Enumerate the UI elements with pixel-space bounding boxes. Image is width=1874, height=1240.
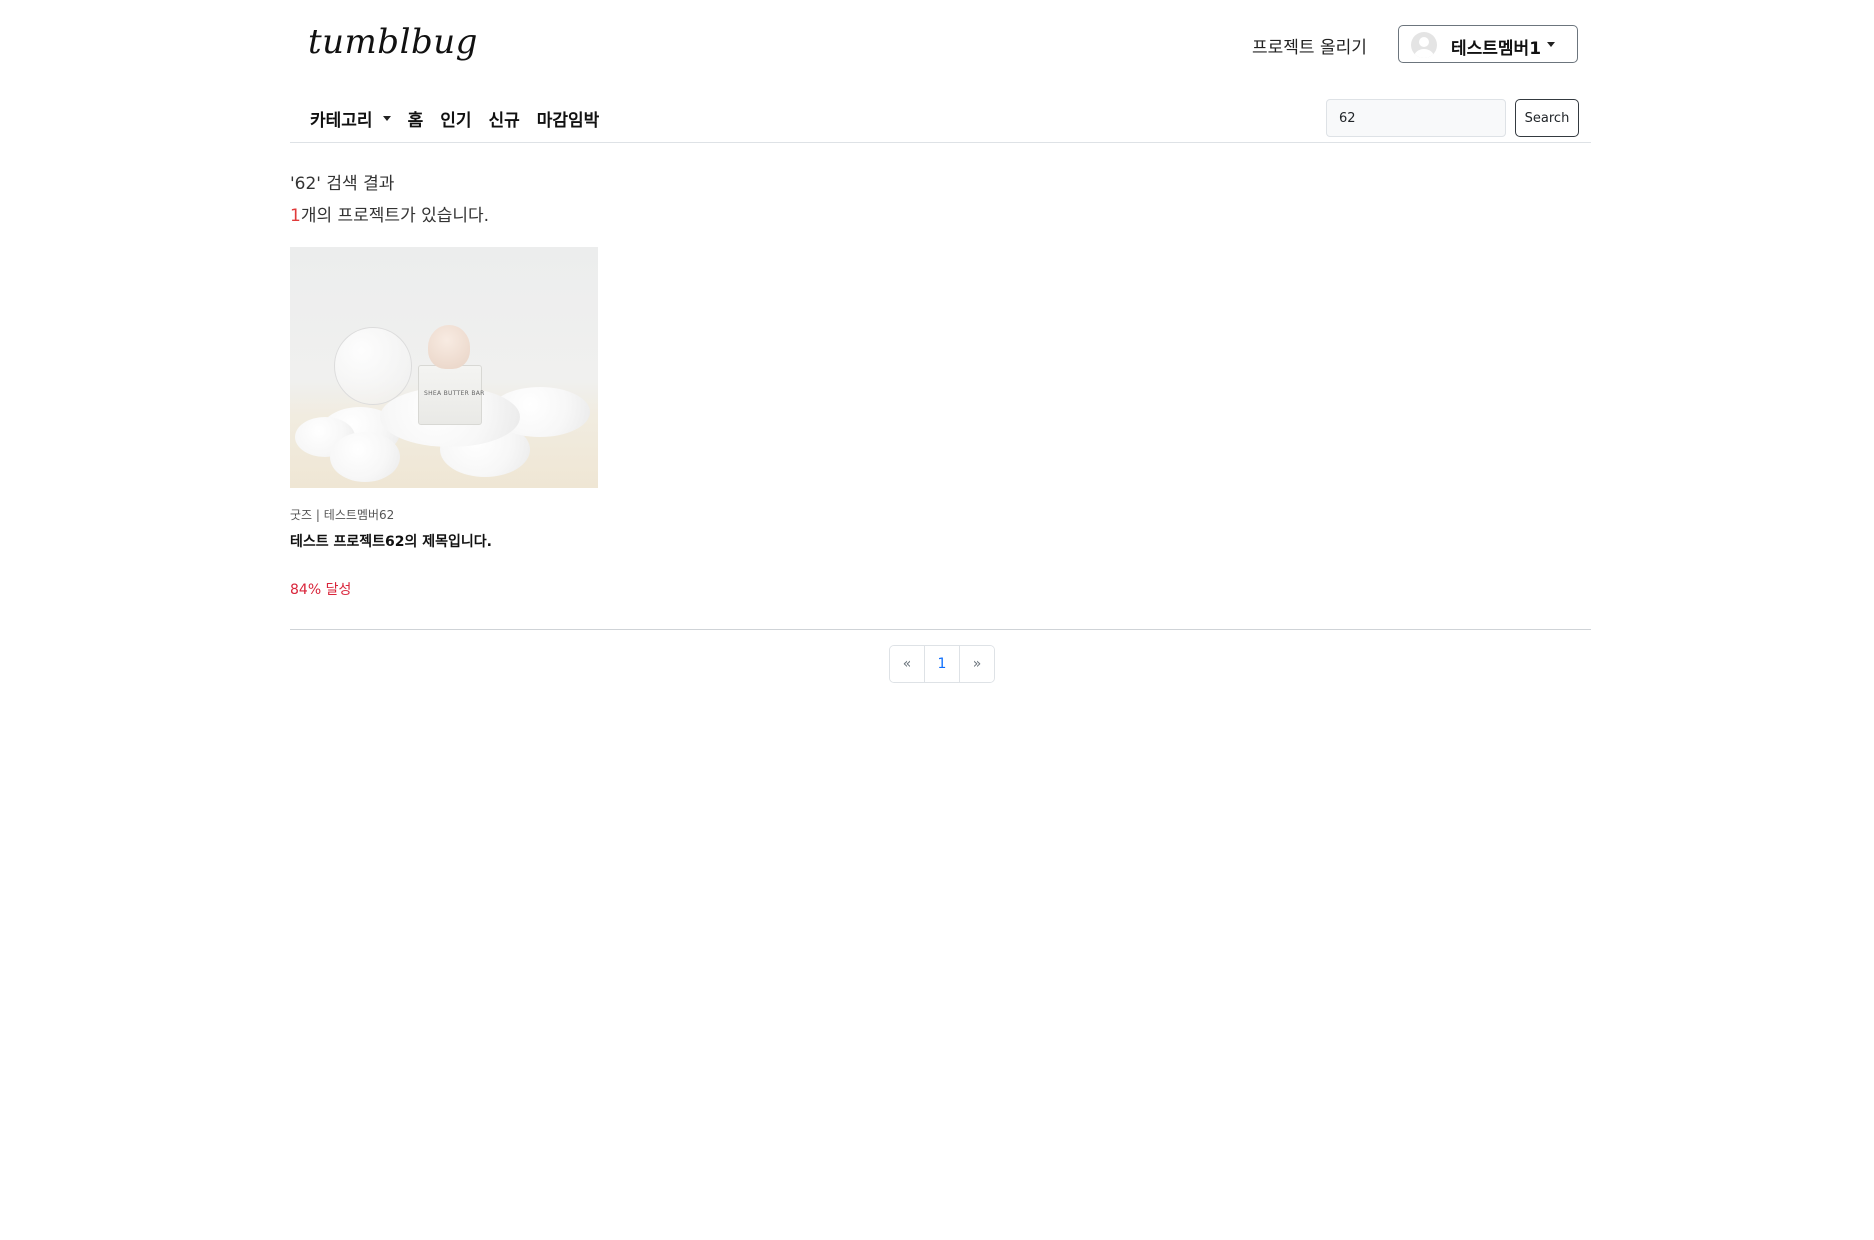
nav-item-closing-soon[interactable]: 마감임박 bbox=[537, 106, 600, 131]
logo[interactable]: tumblbug bbox=[308, 22, 478, 62]
bottle-label: SHEA BUTTER BAR bbox=[424, 390, 485, 397]
user-menu-button[interactable]: 테스트멤버1 bbox=[1398, 25, 1578, 63]
page-container: tumblbug 프로젝트 올리기 테스트멤버1 카테고리 홈 인기 신규 마감… bbox=[290, 0, 1591, 1240]
user-name: 테스트멤버1 bbox=[1451, 39, 1542, 59]
search-input[interactable] bbox=[1326, 99, 1506, 137]
pagination: « 1 » bbox=[889, 645, 995, 683]
results-divider bbox=[290, 629, 1591, 630]
project-title[interactable]: 테스트 프로젝트62의 제목입니다. bbox=[290, 531, 598, 551]
upload-project-link[interactable]: 프로젝트 올리기 bbox=[1252, 33, 1367, 58]
nav-category-dropdown[interactable]: 카테고리 bbox=[310, 106, 391, 131]
nav-category-label: 카테고리 bbox=[310, 111, 373, 131]
result-count-text: 개의 프로젝트가 있습니다. bbox=[300, 206, 490, 226]
project-achievement: 84% 달성 bbox=[290, 582, 352, 598]
project-card[interactable]: SHEA BUTTER BAR 굿즈 | 테스트멤버62 테스트 프로젝트62의… bbox=[290, 247, 598, 599]
pagination-prev[interactable]: « bbox=[890, 646, 924, 682]
project-creator[interactable]: 테스트멤버62 bbox=[324, 508, 394, 522]
project-category[interactable]: 굿즈 bbox=[290, 508, 312, 522]
chevron-down-icon bbox=[1547, 42, 1555, 47]
nav-item-home[interactable]: 홈 bbox=[408, 106, 424, 131]
header-divider bbox=[290, 142, 1591, 143]
pagination-next[interactable]: » bbox=[959, 646, 994, 682]
bottle-cap bbox=[428, 325, 470, 369]
perfume-bottle: SHEA BUTTER BAR bbox=[418, 365, 485, 425]
nav-item-popular[interactable]: 인기 bbox=[440, 106, 471, 131]
chevron-down-icon bbox=[382, 116, 391, 121]
nav-item-new[interactable]: 신규 bbox=[488, 106, 519, 131]
project-thumbnail[interactable]: SHEA BUTTER BAR bbox=[290, 247, 598, 488]
meta-separator: | bbox=[315, 508, 320, 522]
foam-shape bbox=[330, 432, 400, 482]
project-meta: 굿즈 | 테스트멤버62 bbox=[290, 506, 598, 523]
avatar bbox=[1411, 32, 1437, 58]
result-count-number: 1 bbox=[290, 206, 301, 226]
main-nav: 카테고리 홈 인기 신규 마감임박 bbox=[310, 106, 616, 131]
bubble-shape bbox=[334, 327, 412, 405]
search-result-count: 1개의 프로젝트가 있습니다. bbox=[290, 201, 489, 226]
search-button[interactable]: Search bbox=[1515, 99, 1579, 137]
search-result-heading: '62' 검색 결과 bbox=[290, 174, 395, 194]
pagination-page-1[interactable]: 1 bbox=[924, 646, 959, 682]
